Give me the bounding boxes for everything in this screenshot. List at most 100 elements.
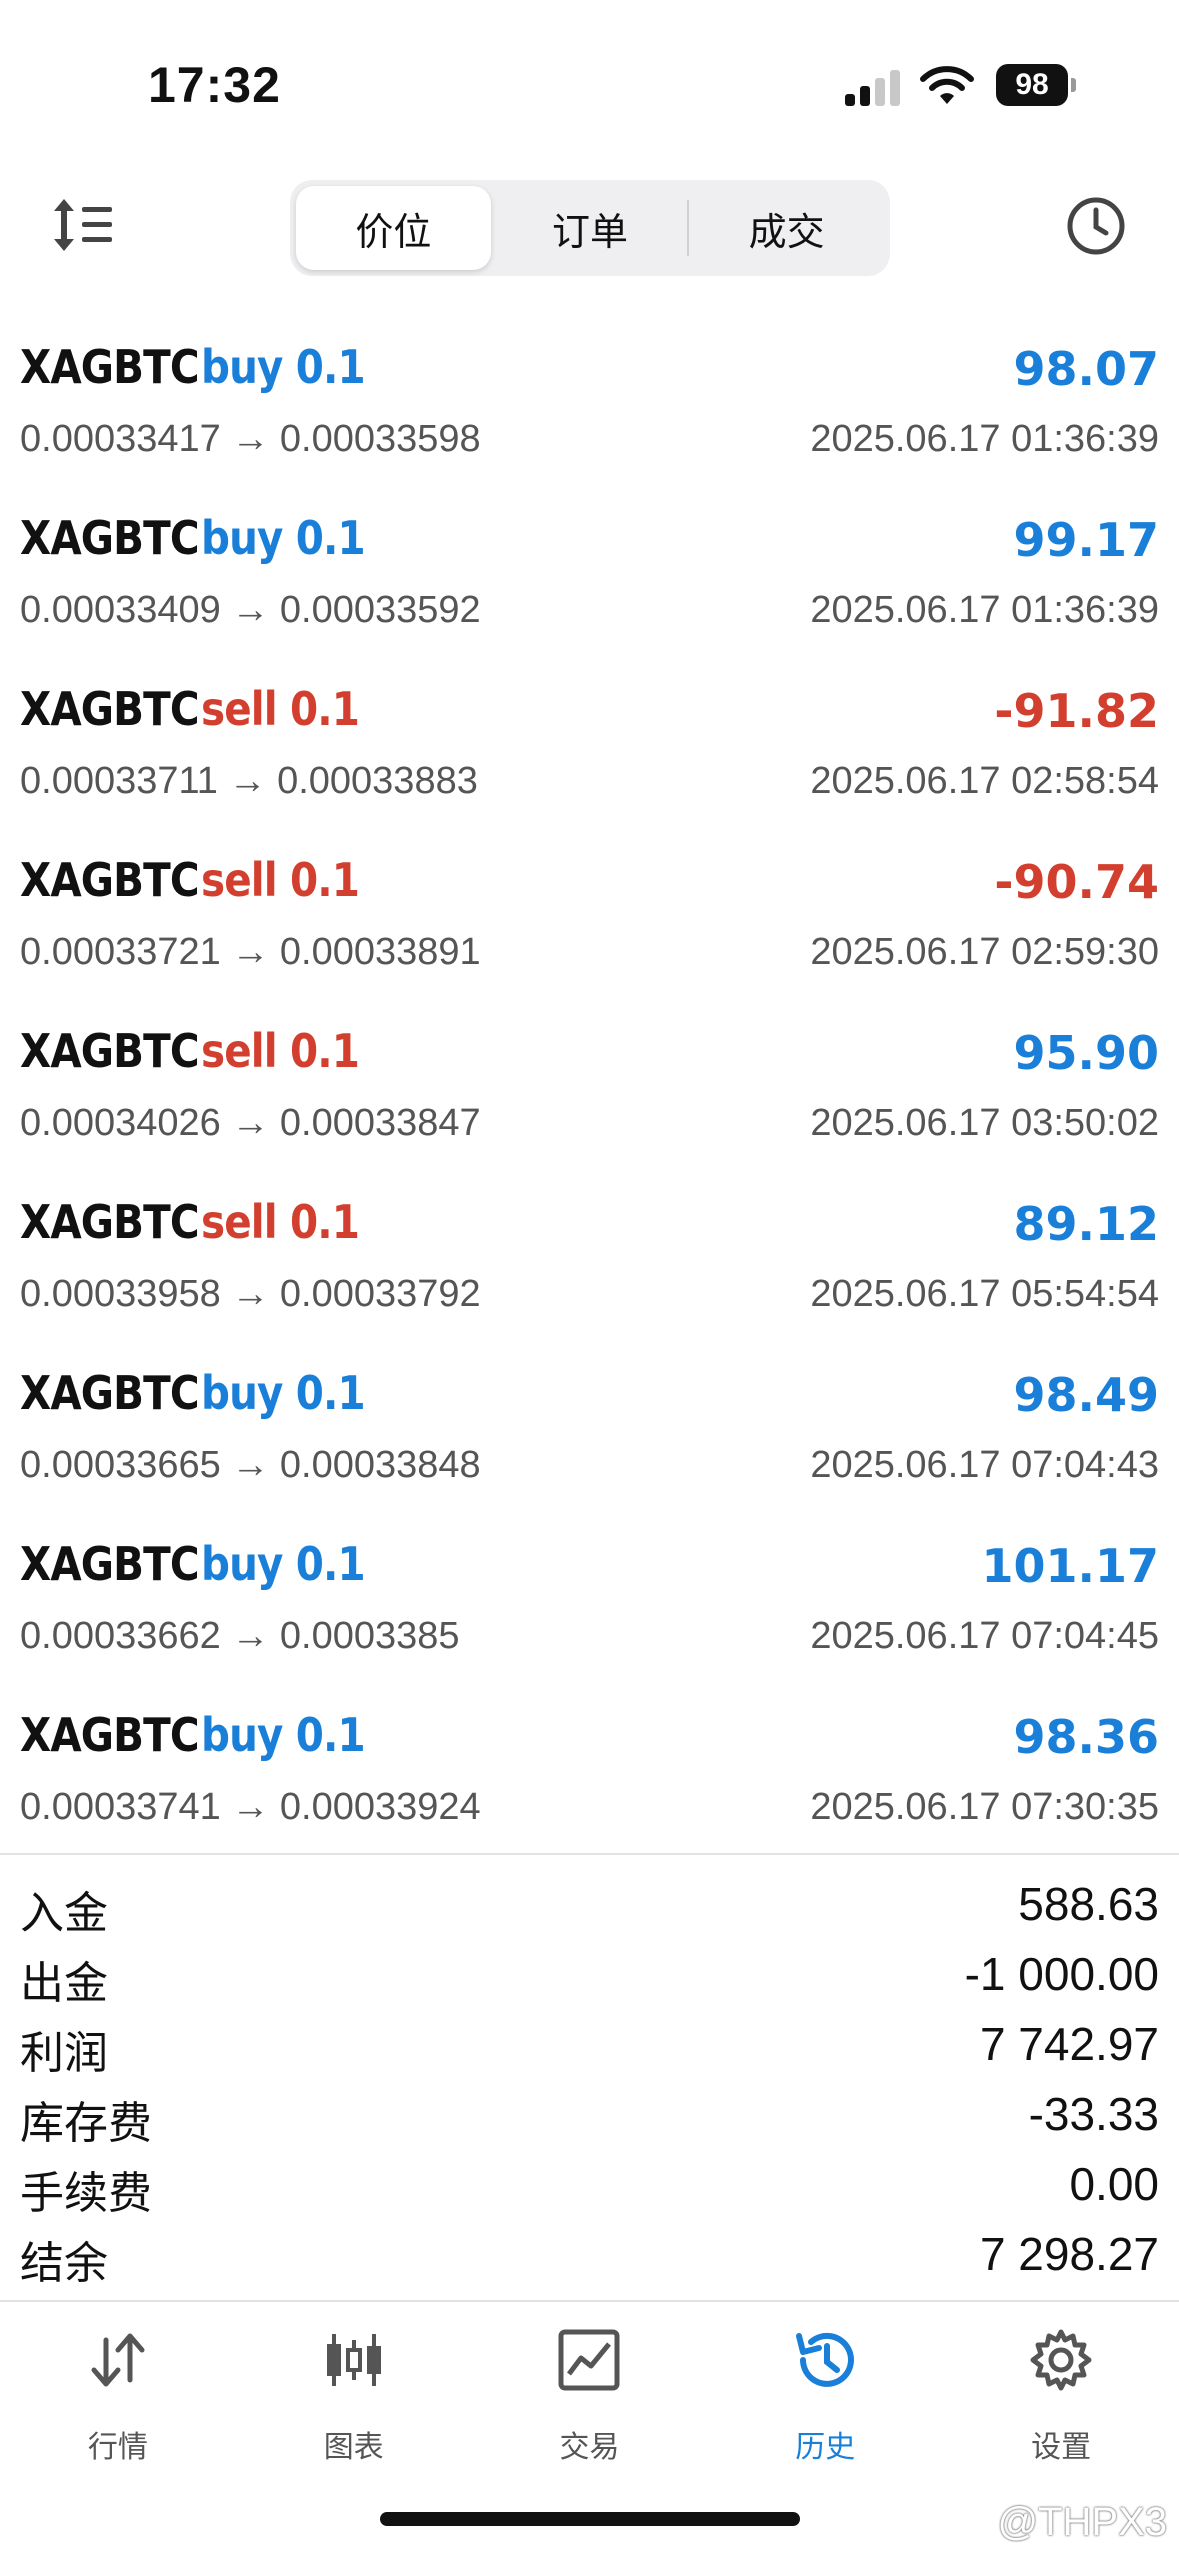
trade-profit: 95.90 xyxy=(1013,1026,1159,1080)
trade-side: buy 0.1 xyxy=(200,1708,366,1762)
tab-trade[interactable]: 交易 xyxy=(472,2302,708,2472)
segment-deals[interactable]: 成交 xyxy=(689,186,884,270)
trade-time: 2025.06.17 02:59:30 xyxy=(810,931,1159,973)
trade-symbol-line: XAGBTC buy 0.1 xyxy=(20,1537,387,1591)
trade-symbol-line: XAGBTC buy 0.1 xyxy=(20,340,387,394)
arrow: → xyxy=(231,931,270,973)
home-indicator[interactable] xyxy=(380,2512,800,2526)
trade-row[interactable]: XAGBTC buy 0.1 99.17 0.00033409 → 0.000335… xyxy=(0,491,1179,662)
trade-side: buy 0.1 xyxy=(200,1366,366,1420)
sort-icon[interactable] xyxy=(50,195,114,255)
trade-prices: 0.00033958 → 0.00033792 xyxy=(20,1273,481,1316)
trade-symbol-line: XAGBTC buy 0.1 xyxy=(20,1366,387,1420)
summary-label: 利润 xyxy=(20,2029,108,2078)
tab-label: 行情 xyxy=(87,2431,148,2464)
close-price: 0.00033592 xyxy=(279,589,481,631)
trade-symbol: XAGBTC xyxy=(20,1195,200,1249)
cellular-signal-icon xyxy=(845,70,901,106)
trade-prices: 0.00033711 → 0.00033883 xyxy=(20,760,478,803)
trade-row[interactable]: XAGBTC buy 0.1 98.07 0.00033417 → 0.000335… xyxy=(0,320,1179,491)
trade-row[interactable]: XAGBTC sell 0.1 -90.74 0.00033721 → 0.0003… xyxy=(0,833,1179,1004)
trade-time: 2025.06.17 03:50:02 xyxy=(810,1102,1159,1144)
trade-time: 2025.06.17 07:04:45 xyxy=(810,1615,1159,1657)
summary-value: 588.63 xyxy=(1018,1878,1159,1930)
segment-price[interactable]: 价位 xyxy=(296,186,491,270)
tab-bar: 行情 图表 交易 历史 设置 xyxy=(0,2302,1179,2472)
battery-level: 98 xyxy=(996,64,1068,106)
close-price: 0.00033598 xyxy=(279,418,481,460)
trade-profit: 98.07 xyxy=(1013,342,1159,396)
open-price: 0.00033721 xyxy=(20,931,221,973)
summary-value: 7 742.97 xyxy=(979,2018,1159,2070)
clock-icon[interactable] xyxy=(1065,195,1127,257)
open-price: 0.00033741 xyxy=(20,1786,221,1828)
trade-symbol-line: XAGBTC sell 0.1 xyxy=(20,682,380,736)
history-clock-icon xyxy=(796,2332,855,2387)
summary-value: 7 298.27 xyxy=(979,2228,1159,2280)
trade-profit: 99.17 xyxy=(1013,513,1159,567)
trade-time: 2025.06.17 01:36:39 xyxy=(810,418,1159,460)
trade-profit: -90.74 xyxy=(994,855,1159,909)
arrow: → xyxy=(231,1444,270,1486)
trade-symbol: XAGBTC xyxy=(20,1024,200,1078)
arrow: → xyxy=(228,760,267,802)
trade-symbol-line: XAGBTC buy 0.1 xyxy=(20,511,387,565)
tab-label: 历史 xyxy=(795,2431,856,2464)
trade-prices: 0.00033409 → 0.00033592 xyxy=(20,589,481,632)
tab-history[interactable]: 历史 xyxy=(707,2302,943,2472)
trade-side: sell 0.1 xyxy=(200,682,360,736)
tab-label: 图表 xyxy=(323,2431,384,2464)
status-time: 17:32 xyxy=(148,57,281,113)
tab-charts[interactable]: 图表 xyxy=(236,2302,472,2472)
trade-symbol: XAGBTC xyxy=(20,1366,200,1420)
summary-label: 入金 xyxy=(20,1889,108,1938)
open-price: 0.00033417 xyxy=(20,418,221,460)
trade-side: sell 0.1 xyxy=(200,1195,360,1249)
trade-row[interactable]: XAGBTC buy 0.1 98.49 0.00033665 → 0.000338… xyxy=(0,1346,1179,1517)
trade-profit: 101.17 xyxy=(981,1539,1159,1593)
trade-row[interactable]: XAGBTC sell 0.1 95.90 0.00034026 → 0.00033… xyxy=(0,1004,1179,1175)
settings-gear-icon xyxy=(1030,2329,1092,2391)
trade-symbol: XAGBTC xyxy=(20,682,200,736)
trade-side: buy 0.1 xyxy=(200,340,366,394)
open-price: 0.00033662 xyxy=(20,1615,221,1657)
trade-side: sell 0.1 xyxy=(200,1024,360,1078)
summary-row: 利润 7 742.97 xyxy=(0,2013,1179,2083)
segment-orders[interactable]: 订单 xyxy=(493,186,688,270)
close-price: 0.00033924 xyxy=(279,1786,481,1828)
close-price: 0.00033848 xyxy=(279,1444,481,1486)
arrow: → xyxy=(231,1615,270,1657)
trade-row[interactable]: XAGBTC sell 0.1 89.12 0.00033958 → 0.00033… xyxy=(0,1175,1179,1346)
trade-prices: 0.00033721 → 0.00033891 xyxy=(20,931,481,974)
close-price: 0.00033891 xyxy=(279,931,481,973)
trade-prices: 0.00034026 → 0.00033847 xyxy=(20,1102,481,1145)
trade-list: XAGBTC buy 0.1 98.07 0.00033417 → 0.000335… xyxy=(0,320,1179,1859)
trade-symbol: XAGBTC xyxy=(20,1708,200,1762)
trade-row[interactable]: XAGBTC buy 0.1 101.17 0.00033662 → 0.00033… xyxy=(0,1517,1179,1688)
trade-symbol: XAGBTC xyxy=(20,853,200,907)
arrow: → xyxy=(231,1273,270,1315)
trade-line-chart-icon xyxy=(558,2329,620,2391)
trade-symbol-line: XAGBTC buy 0.1 xyxy=(20,1708,387,1762)
summary-label: 结余 xyxy=(20,2239,108,2288)
trade-side: buy 0.1 xyxy=(200,1537,366,1591)
trade-symbol: XAGBTC xyxy=(20,340,200,394)
summary-row: 库存费 -33.33 xyxy=(0,2083,1179,2153)
trade-profit: 98.49 xyxy=(1013,1368,1159,1422)
trade-time: 2025.06.17 07:04:43 xyxy=(810,1444,1159,1486)
trade-time: 2025.06.17 01:36:39 xyxy=(810,589,1159,631)
wifi-icon xyxy=(920,66,974,104)
open-price: 0.00033958 xyxy=(20,1273,221,1315)
trade-profit: 89.12 xyxy=(1013,1197,1159,1251)
tab-label: 交易 xyxy=(559,2431,620,2464)
trade-row[interactable]: XAGBTC buy 0.1 98.36 0.00033741 → 0.000339… xyxy=(0,1688,1179,1859)
trade-row[interactable]: XAGBTC sell 0.1 -91.82 0.00033711 → 0.0003… xyxy=(0,662,1179,833)
trade-time: 2025.06.17 02:58:54 xyxy=(810,760,1159,802)
tab-settings[interactable]: 设置 xyxy=(943,2302,1179,2472)
trade-symbol-line: XAGBTC sell 0.1 xyxy=(20,1024,380,1078)
summary-row: 手续费 0.00 xyxy=(0,2153,1179,2223)
summary-row: 出金 -1 000.00 xyxy=(0,1943,1179,2013)
tab-quotes[interactable]: 行情 xyxy=(0,2302,236,2472)
arrow: → xyxy=(231,1786,270,1828)
trade-prices: 0.00033417 → 0.00033598 xyxy=(20,418,481,461)
